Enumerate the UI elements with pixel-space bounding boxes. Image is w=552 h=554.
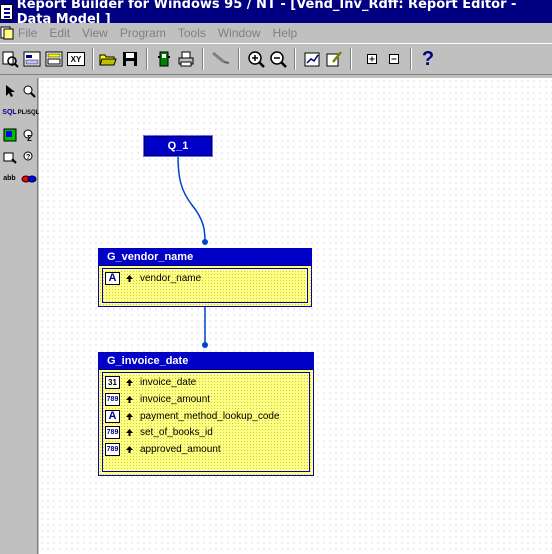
- column-label: set_of_books_id: [140, 426, 213, 438]
- column-label: invoice_date: [140, 376, 197, 388]
- group-invoice-date[interactable]: G_invoice_date 31 invoice_date 789 invoi…: [98, 352, 314, 476]
- column-label: payment_method_lookup_code: [140, 410, 280, 422]
- column-payment-method-lookup-code[interactable]: A payment_method_lookup_code: [105, 409, 280, 423]
- char-type-icon: A: [105, 409, 120, 423]
- number-type-icon: 789: [105, 425, 120, 439]
- column-invoice-amount[interactable]: 789 invoice_amount: [105, 392, 210, 406]
- column-label: approved_amount: [140, 443, 221, 455]
- char-type-icon: A: [105, 271, 120, 285]
- column-vendor-name[interactable]: A vendor_name: [105, 271, 201, 285]
- group-columns-frame: 31 invoice_date 789 invoice_amount A pay…: [102, 372, 310, 472]
- group-columns-frame: A vendor_name: [102, 268, 308, 303]
- arrow-up-icon: [124, 445, 134, 453]
- arrow-up-icon: [124, 378, 134, 386]
- number-type-icon: 789: [105, 392, 120, 406]
- arrow-up-icon: [124, 428, 134, 436]
- query-q1[interactable]: Q_1: [143, 135, 213, 157]
- arrow-up-icon: [124, 395, 134, 403]
- date-type-icon: 31: [105, 375, 120, 389]
- number-type-icon: 789: [105, 442, 120, 456]
- column-label: vendor_name: [140, 272, 202, 284]
- arrow-up-icon: [124, 412, 134, 420]
- group-title: G_vendor_name: [99, 249, 311, 266]
- column-label: invoice_amount: [140, 393, 211, 405]
- group-vendor-name[interactable]: G_vendor_name A vendor_name: [98, 248, 312, 307]
- group-title: G_invoice_date: [99, 353, 313, 370]
- column-approved-amount[interactable]: 789 approved_amount: [105, 442, 221, 456]
- arrow-up-icon: [124, 274, 134, 282]
- column-set-of-books-id[interactable]: 789 set_of_books_id: [105, 425, 213, 439]
- column-invoice-date[interactable]: 31 invoice_date: [105, 375, 196, 389]
